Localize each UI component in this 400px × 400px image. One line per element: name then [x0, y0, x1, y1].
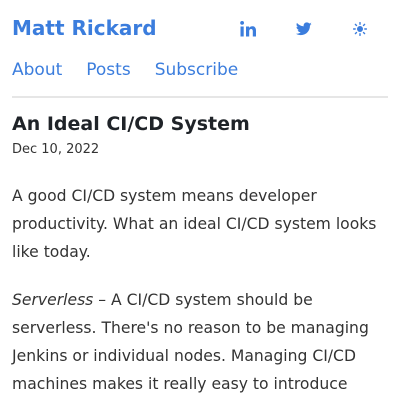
linkedin-glyph	[240, 21, 256, 37]
nav-subscribe-link[interactable]: Subscribe	[155, 58, 239, 82]
page: Matt Rickard About Posts Subscribe An Id…	[0, 0, 400, 400]
linkedin-icon[interactable]	[236, 17, 260, 41]
twitter-glyph	[296, 22, 312, 36]
sun-icon[interactable]	[351, 17, 369, 41]
post-paragraph-1: A good CI/CD system means developer prod…	[12, 187, 377, 261]
header-divider	[12, 96, 388, 98]
post-title: An Ideal CI/CD System	[12, 113, 250, 135]
twitter-icon[interactable]	[294, 17, 314, 41]
nav-posts-link[interactable]: Posts	[86, 58, 130, 82]
nav-about-link[interactable]: About	[12, 58, 62, 82]
paragraph-emphasis: Serverless	[12, 291, 94, 309]
site-header: Matt Rickard	[12, 0, 388, 58]
post-paragraph-2: Serverless – A CI/CD system should be se…	[12, 286, 390, 398]
post-date: Dec 10, 2022	[12, 142, 100, 157]
sun-glyph	[353, 22, 367, 36]
main-nav: About Posts Subscribe	[12, 58, 238, 82]
site-title-link[interactable]: Matt Rickard	[12, 14, 157, 42]
